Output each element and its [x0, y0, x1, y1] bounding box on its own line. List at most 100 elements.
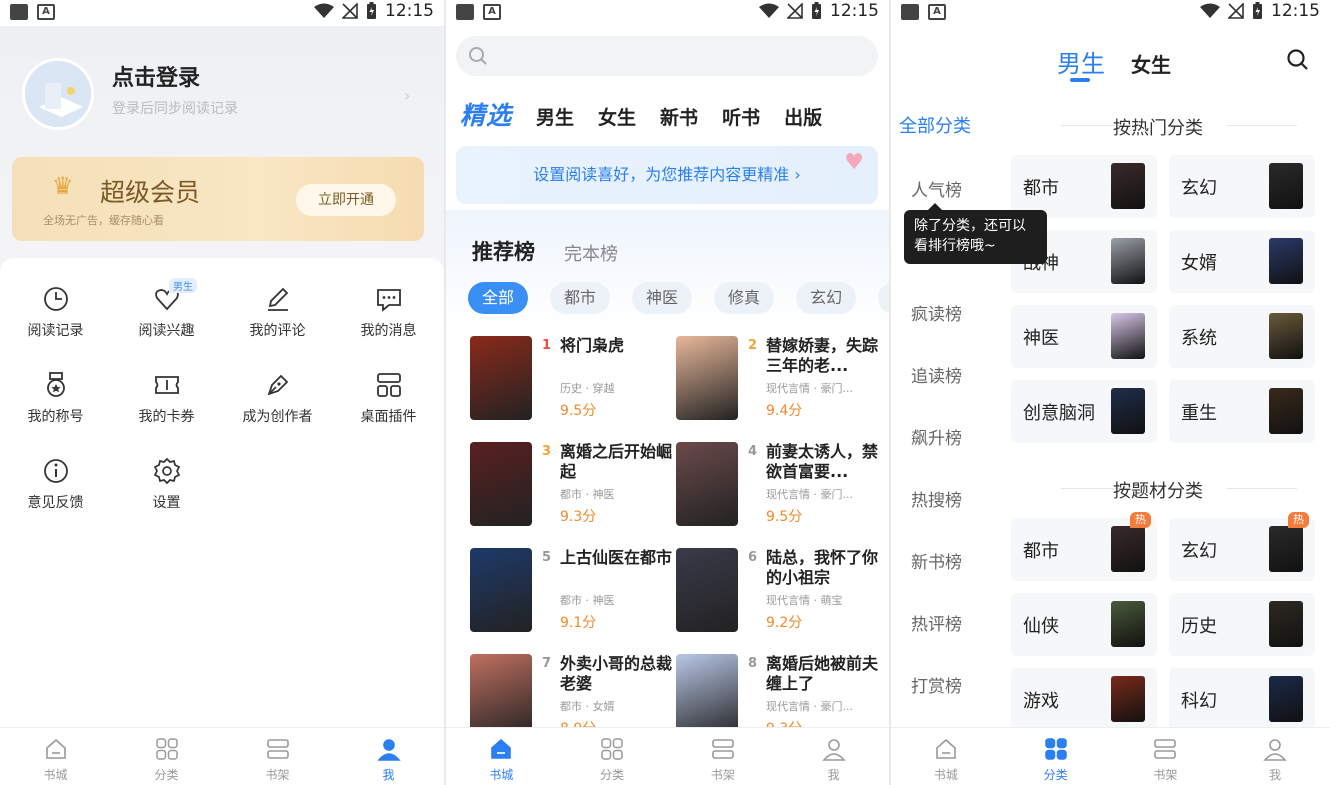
tab-me[interactable]: 我 [1220, 728, 1330, 785]
channel-tab[interactable]: 男生 [536, 103, 574, 130]
book-cover[interactable] [676, 548, 738, 632]
sidebar-item[interactable]: 全部分类 [899, 112, 971, 138]
book-item[interactable]: 4 前妻太诱人，禁欲首富要... 现代言情 · 豪门... 9.5分 [676, 442, 882, 526]
sidebar-item[interactable]: 热评榜 [911, 610, 962, 635]
tab-me[interactable]: 我 [333, 728, 444, 785]
book-item[interactable]: 3 离婚之后开始崛起 都市 · 神医 9.3分 [470, 442, 676, 526]
menu-item-ticket[interactable]: 我的卡券 [111, 370, 222, 430]
category-name: 创意脑洞 [1023, 403, 1095, 424]
book-title[interactable]: 上古仙医在都市 [560, 548, 672, 568]
filter-pill[interactable]: 全部 [468, 282, 529, 314]
channel-tab[interactable]: 精选 [460, 96, 512, 132]
menu-item-quill[interactable]: 成为创作者 [222, 370, 333, 430]
book-title[interactable]: 前妻太诱人，禁欲首富要... [766, 442, 878, 482]
tab-male[interactable]: 男生 [1057, 44, 1105, 79]
book-cover[interactable] [470, 442, 532, 526]
channel-tab[interactable]: 出版 [784, 103, 822, 130]
book-item[interactable]: 2 替嫁娇妻，失踪三年的老... 现代言情 · 豪门... 9.4分 [676, 336, 882, 420]
book-item[interactable]: 7外卖小哥的总裁老婆都市 · 女婿8.9分 [470, 654, 676, 738]
book-item[interactable]: 8离婚后她被前夫缠上了现代言情 · 豪门...9.3分 [676, 654, 882, 738]
vip-open-button[interactable]: 立即开通 [296, 184, 396, 216]
tab-female[interactable]: 女生 [1131, 49, 1171, 78]
chevron-right-icon[interactable]: › [404, 86, 410, 105]
tab-bookstore[interactable]: 书城 [891, 728, 1001, 785]
category-card[interactable]: 玄幻 [1169, 155, 1315, 218]
category-card[interactable]: 都市 热 [1011, 512, 1157, 581]
sidebar-item[interactable]: 热搜榜 [911, 486, 962, 511]
book-title[interactable]: 离婚后她被前夫缠上了 [766, 654, 878, 694]
book-cover[interactable] [676, 654, 738, 738]
menu-item-chat[interactable]: 我的消息 [333, 284, 444, 344]
book-title[interactable]: 外卖小哥的总裁老婆 [560, 654, 672, 694]
category-card[interactable]: 重生 [1169, 380, 1315, 443]
category-card[interactable]: 历史 [1169, 593, 1315, 656]
book-title[interactable]: 陆总，我怀了你的小祖宗 [766, 548, 878, 588]
book-item[interactable]: 5 上古仙医在都市 都市 · 神医 9.1分 [470, 548, 676, 632]
category-card[interactable]: 科幻 [1169, 668, 1315, 731]
tab-me[interactable]: 我 [778, 728, 889, 785]
tab-bookstore[interactable]: 书城 [446, 728, 557, 785]
tab-bookshelf[interactable]: 书架 [222, 728, 333, 785]
category-card[interactable]: 玄幻 热 [1169, 512, 1315, 581]
filter-pill[interactable]: 修真 [714, 282, 775, 314]
menu-item-gear[interactable]: 设置 [111, 456, 222, 516]
category-card[interactable]: 都市 [1011, 155, 1157, 218]
filter-pill[interactable]: 都市 [550, 282, 611, 314]
category-name: 都市 [1023, 178, 1059, 199]
avatar[interactable] [22, 58, 94, 130]
menu-item-widget[interactable]: 桌面插件 [333, 370, 444, 430]
home-icon [45, 738, 66, 759]
book-cover[interactable] [470, 654, 532, 738]
menu-item-pen[interactable]: 我的评论 [222, 284, 333, 344]
sidebar-item[interactable]: 追读榜 [911, 362, 962, 387]
sidebar-item[interactable]: 新书榜 [911, 548, 962, 573]
tab-bookshelf[interactable]: 书架 [1111, 728, 1221, 785]
book-rank: 8 [748, 656, 758, 671]
vip-card[interactable]: ♛ 超级会员 全场无广告，缓存随心看 立即开通 [12, 157, 424, 241]
book-cover[interactable] [676, 336, 738, 420]
channel-tab[interactable]: 女生 [598, 103, 636, 130]
channel-tab[interactable]: 新书 [660, 103, 698, 130]
search-icon[interactable] [1286, 48, 1310, 72]
category-card[interactable]: 游戏 [1011, 668, 1157, 731]
tab-complete-rank[interactable]: 完本榜 [564, 240, 618, 266]
filter-pill[interactable]: 玄幻 [796, 282, 857, 314]
sidebar-item[interactable]: 疯读榜 [911, 300, 962, 325]
category-card[interactable]: 神医 [1011, 305, 1157, 368]
tab-category[interactable]: 分类 [557, 728, 668, 785]
search-input[interactable] [456, 36, 878, 76]
menu-item-info[interactable]: 意见反馈 [0, 456, 111, 516]
filter-pill[interactable]: 战神 [878, 282, 889, 314]
sidebar-item[interactable]: 人气榜 [911, 176, 962, 201]
book-meta: 现代言情 · 豪门... [766, 382, 853, 395]
book-title[interactable]: 将门枭虎 [560, 336, 672, 356]
tab-recommend-rank[interactable]: 推荐榜 [472, 236, 535, 266]
book-item[interactable]: 6 陆总，我怀了你的小祖宗 现代言情 · 萌宝 9.2分 [676, 548, 882, 632]
book-title[interactable]: 离婚之后开始崛起 [560, 442, 672, 482]
menu-item-heart[interactable]: 阅读兴趣 男生 [111, 278, 222, 344]
preference-banner[interactable]: 设置阅读喜好，为您推荐内容更精准 › ♥ [456, 146, 878, 204]
active-tab-indicator [1070, 78, 1090, 82]
tab-bookstore[interactable]: 书城 [0, 728, 111, 785]
book-cover[interactable] [470, 336, 532, 420]
category-card[interactable]: 系统 [1169, 305, 1315, 368]
menu-item-clock[interactable]: 阅读记录 [0, 284, 111, 344]
category-card[interactable]: 仙侠 [1011, 593, 1157, 656]
channel-tab[interactable]: 听书 [722, 103, 760, 130]
category-cover [1269, 601, 1303, 647]
sidebar-item[interactable]: 飙升榜 [911, 424, 962, 449]
filter-pill[interactable]: 神医 [632, 282, 693, 314]
book-cover[interactable] [470, 548, 532, 632]
book-cover[interactable] [676, 442, 738, 526]
login-title[interactable]: 点击登录 [112, 60, 200, 92]
book-item[interactable]: 1 将门枭虎 历史 · 穿越 9.5分 [470, 336, 676, 420]
vip-title: 超级会员 [100, 178, 201, 207]
category-card[interactable]: 创意脑洞 [1011, 380, 1157, 443]
book-title[interactable]: 替嫁娇妻，失踪三年的老... [766, 336, 878, 376]
tab-category[interactable]: 分类 [111, 728, 222, 785]
tab-bookshelf[interactable]: 书架 [668, 728, 779, 785]
category-card[interactable]: 女婿 [1169, 230, 1315, 293]
menu-item-medal[interactable]: 我的称号 [0, 370, 111, 430]
sidebar-item[interactable]: 打赏榜 [911, 672, 962, 697]
tab-category[interactable]: 分类 [1001, 728, 1111, 785]
